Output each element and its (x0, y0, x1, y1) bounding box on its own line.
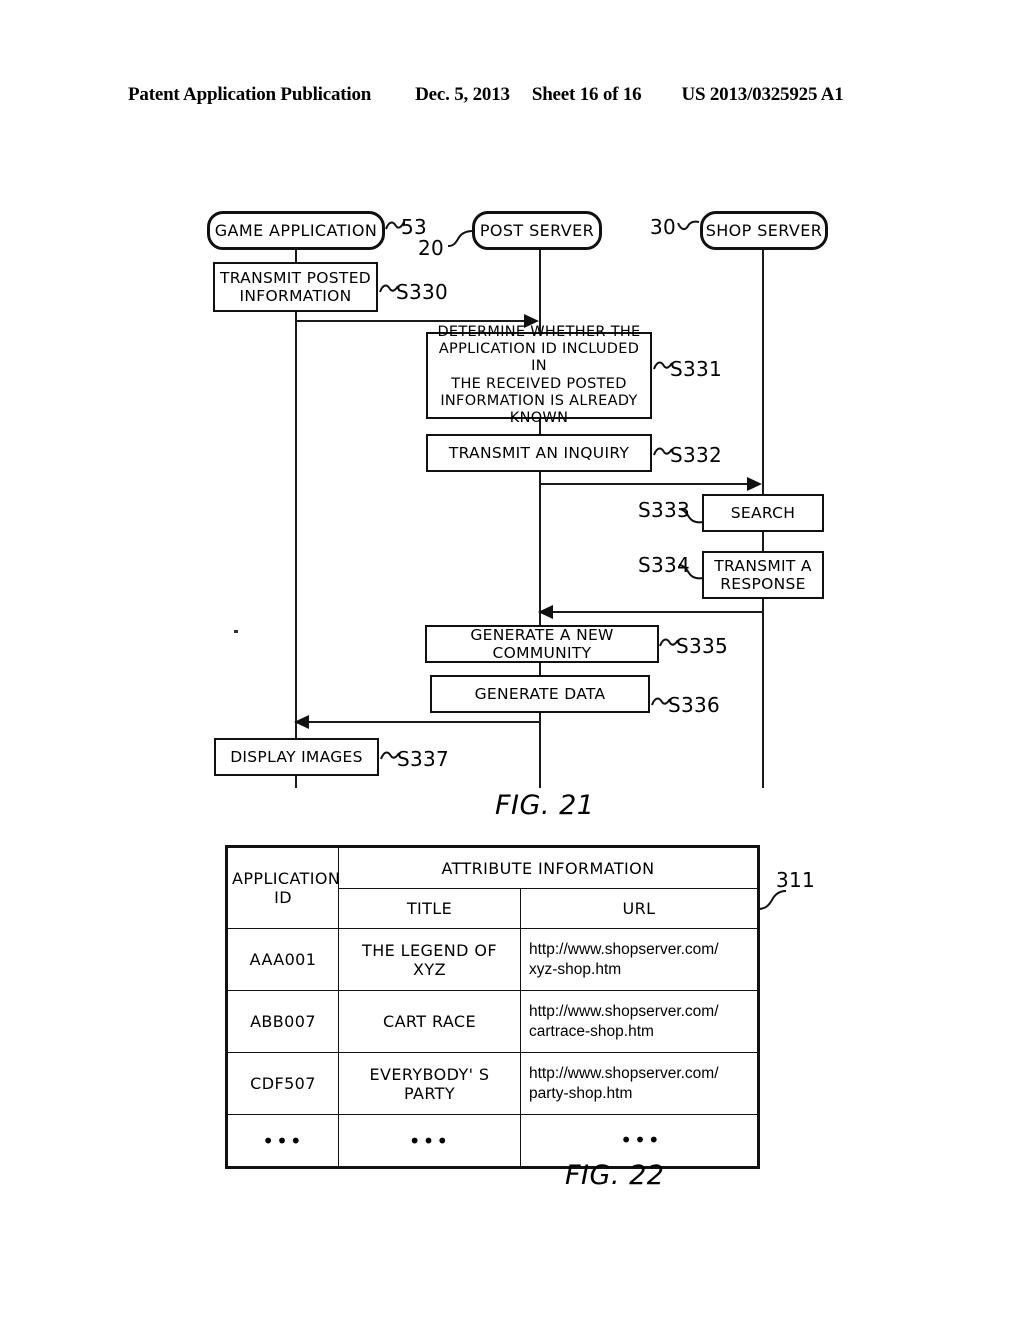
cell-title: CART RACE (338, 990, 521, 1053)
cell-url-line2: cartrace-shop.htm (529, 1022, 654, 1040)
cell-application-id: AAA001 (225, 928, 339, 991)
column-header-application-id-line2: ID (274, 888, 292, 907)
figure-22: APPLICATION ID ATTRIBUTE INFORMATION TIT… (0, 0, 1024, 1320)
column-header-title: TITLE (338, 888, 521, 929)
table-row: AAA001 THE LEGEND OF XYZ http://www.shop… (225, 928, 760, 991)
attribute-information-table: APPLICATION ID ATTRIBUTE INFORMATION TIT… (225, 845, 760, 1169)
cell-url-line2: xyz-shop.htm (529, 960, 622, 978)
ref-311: 311 (776, 868, 816, 892)
table-row-ellipsis: ••• ••• ••• (225, 1114, 760, 1169)
cell-url-line1: http://www.shopserver.com/ (529, 941, 719, 959)
cell-application-id: CDF507 (225, 1052, 339, 1115)
cell-title: THE LEGEND OF XYZ (338, 928, 521, 991)
table-row: ABB007 CART RACE http://www.shopserver.c… (225, 990, 760, 1053)
column-header-application-id: APPLICATION ID (225, 845, 341, 929)
table-row: CDF507 EVERYBODY' S PARTY http://www.sho… (225, 1052, 760, 1115)
cell-application-id: ••• (225, 1114, 339, 1169)
column-header-application-id-line1: APPLICATION (232, 869, 341, 888)
cell-url: http://www.shopserver.com/ cartrace-shop… (520, 990, 760, 1053)
cell-title: EVERYBODY' S PARTY (338, 1052, 521, 1115)
cell-url-line1: http://www.shopserver.com/ (529, 1003, 719, 1021)
cell-url: http://www.shopserver.com/ party-shop.ht… (520, 1052, 760, 1115)
column-header-attribute-information: ATTRIBUTE INFORMATION (338, 845, 760, 889)
cell-url-line2: party-shop.htm (529, 1084, 633, 1102)
column-header-url: URL (520, 888, 760, 929)
figure-22-caption: FIG. 22 (565, 1160, 665, 1191)
cell-url-line1: http://www.shopserver.com/ (529, 1065, 719, 1083)
cell-title: ••• (338, 1114, 521, 1169)
cell-application-id: ABB007 (225, 990, 339, 1053)
table-header-row-1: APPLICATION ID ATTRIBUTE INFORMATION (225, 845, 760, 929)
cell-url: http://www.shopserver.com/ xyz-shop.htm (520, 928, 760, 991)
